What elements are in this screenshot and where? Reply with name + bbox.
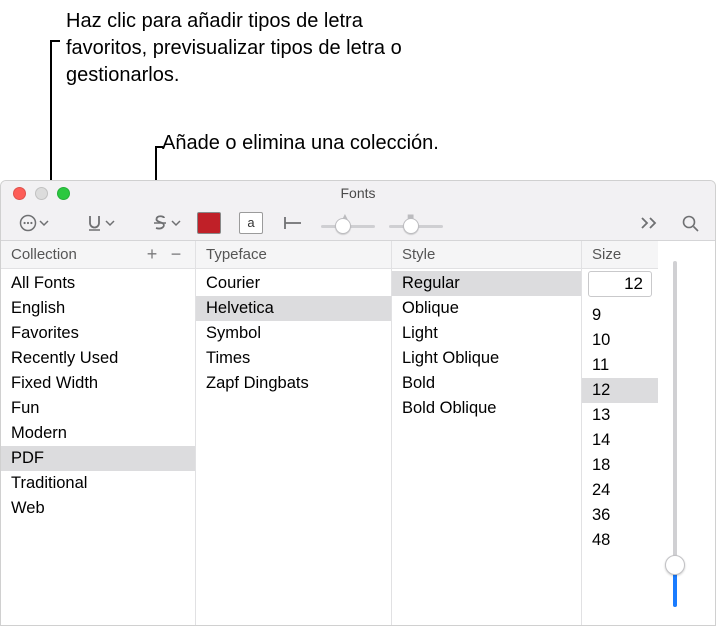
size-slider[interactable] [658,241,692,625]
fonts-toolbar: a ▲ ■ [1,205,715,241]
style-item[interactable]: Light Oblique [392,346,581,371]
window-close-button[interactable] [13,187,26,200]
size-input[interactable] [588,271,652,297]
style-header: Style [392,241,581,269]
remove-collection-button[interactable]: − [167,244,185,265]
collection-list[interactable]: All FontsEnglishFavoritesRecently UsedFi… [1,269,195,625]
doc-color-swatch: a [239,212,263,234]
window-traffic-lights [1,187,70,200]
fonts-columns: Collection + − All FontsEnglishFavorites… [1,241,715,625]
style-item[interactable]: Oblique [392,296,581,321]
size-item[interactable]: 12 [582,378,658,403]
more-options-menu[interactable] [19,209,49,237]
typeface-column: Typeface CourierHelveticaSymbolTimesZapf… [196,241,392,625]
size-list[interactable]: 9101112131418243648 [582,301,658,625]
collection-item[interactable]: Web [1,496,195,521]
shadow-opacity-slider[interactable]: ▲ [321,209,375,237]
collection-item[interactable]: Recently Used [1,346,195,371]
collection-item[interactable]: Fun [1,396,195,421]
collection-header: Collection + − [1,241,195,269]
size-item[interactable]: 36 [582,503,658,528]
text-shadow-toggle[interactable] [279,209,307,237]
collection-item[interactable]: PDF [1,446,195,471]
typeface-header: Typeface [196,241,391,269]
collection-item[interactable]: Traditional [1,471,195,496]
style-list[interactable]: RegularObliqueLightLight ObliqueBoldBold… [392,269,581,625]
toolbar-overflow-button[interactable] [635,209,663,237]
style-item[interactable]: Bold [392,371,581,396]
shadow-blur-slider[interactable]: ■ [389,209,443,237]
document-color-well[interactable]: a [237,209,265,237]
size-item[interactable]: 11 [582,353,658,378]
typeface-list[interactable]: CourierHelveticaSymbolTimesZapf Dingbats [196,269,391,625]
size-item[interactable]: 18 [582,453,658,478]
collection-item[interactable]: Fixed Width [1,371,195,396]
collection-item[interactable]: All Fonts [1,271,195,296]
collection-header-label: Collection [11,246,77,263]
callout-add-remove-collection: Añade o elimina una colección. [162,130,582,157]
window-titlebar: Fonts [1,181,715,205]
style-item[interactable]: Bold Oblique [392,396,581,421]
window-zoom-button[interactable] [57,187,70,200]
window-title: Fonts [1,185,715,201]
strikethrough-menu[interactable] [151,209,181,237]
size-item[interactable]: 9 [582,303,658,328]
color-swatch [197,212,221,234]
typeface-item[interactable]: Helvetica [196,296,391,321]
typeface-item[interactable]: Zapf Dingbats [196,371,391,396]
window-minimize-button[interactable] [35,187,48,200]
style-header-label: Style [402,246,435,263]
fonts-window: Fonts [0,180,716,626]
collection-item[interactable]: Modern [1,421,195,446]
typeface-item[interactable]: Times [196,346,391,371]
callout-line [50,40,60,42]
collection-item[interactable]: English [1,296,195,321]
size-item[interactable]: 48 [582,528,658,553]
size-item[interactable]: 14 [582,428,658,453]
typeface-header-label: Typeface [206,246,267,263]
size-item[interactable]: 10 [582,328,658,353]
add-collection-button[interactable]: + [143,244,161,265]
typeface-item[interactable]: Symbol [196,321,391,346]
style-item[interactable]: Regular [392,271,581,296]
style-item[interactable]: Light [392,321,581,346]
underline-menu[interactable] [85,209,115,237]
size-header: Size [582,241,658,269]
search-button[interactable] [677,209,705,237]
callout-more-options: Haz clic para añadir tipos de letra favo… [66,8,406,89]
size-header-label: Size [592,246,621,263]
collection-column: Collection + − All FontsEnglishFavorites… [1,241,196,625]
size-item[interactable]: 13 [582,403,658,428]
size-column: Size 9101112131418243648 [582,241,715,625]
collection-item[interactable]: Favorites [1,321,195,346]
size-item[interactable]: 24 [582,478,658,503]
text-color-well[interactable] [195,209,223,237]
typeface-item[interactable]: Courier [196,271,391,296]
style-column: Style RegularObliqueLightLight ObliqueBo… [392,241,582,625]
